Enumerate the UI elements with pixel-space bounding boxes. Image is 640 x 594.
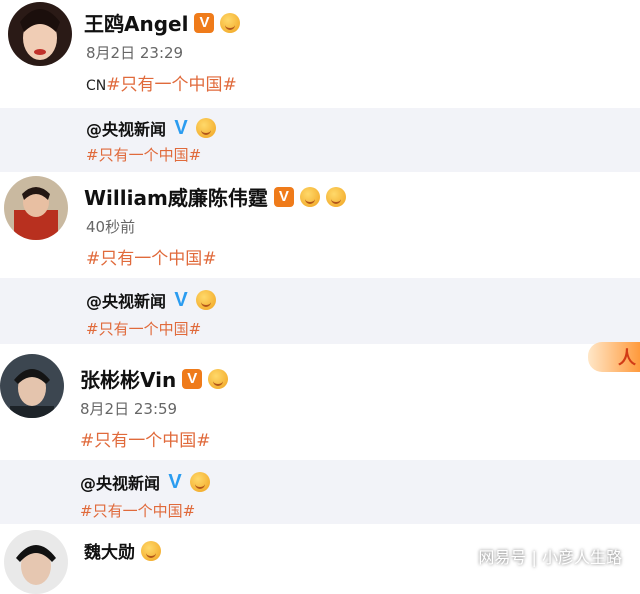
- blue-verified-icon: V: [174, 116, 188, 139]
- sticker-decoration: 人: [588, 342, 640, 372]
- verified-badge-icon: V: [273, 186, 294, 207]
- avatar[interactable]: [4, 176, 68, 240]
- quoted-hashtag[interactable]: #只有一个中国#: [86, 318, 201, 339]
- user-name[interactable]: 张彬彬Vin: [80, 364, 176, 393]
- hashtag-link[interactable]: #只有一个中国#: [106, 75, 237, 95]
- quoted-user-name[interactable]: @央视新闻: [86, 288, 166, 312]
- user-name[interactable]: 魏大勋: [84, 538, 135, 563]
- emoji-icon: [196, 290, 217, 310]
- emoji-icon: [190, 472, 211, 492]
- avatar[interactable]: [0, 354, 64, 418]
- blue-verified-icon: V: [168, 470, 182, 493]
- post-card: 王鸥Angel V 8月2日 23:29 CN#只有一个中国#: [0, 0, 640, 108]
- user-name[interactable]: 王鸥Angel: [84, 8, 188, 37]
- verified-badge-icon: V: [194, 12, 215, 33]
- blue-verified-icon: V: [174, 288, 188, 311]
- post-card: William威廉陈伟霆 V 40秒前 #只有一个中国#: [0, 172, 640, 278]
- quoted-post[interactable]: @央视新闻 V #只有一个中国#: [0, 108, 640, 172]
- quoted-post[interactable]: @央视新闻 V #只有一个中国#: [0, 278, 640, 344]
- hashtag-link[interactable]: #只有一个中国#: [80, 431, 211, 451]
- emoji-icon: [196, 118, 217, 138]
- post-prefix: CN: [86, 78, 107, 94]
- post-time: 40秒前: [86, 218, 136, 236]
- quoted-hashtag[interactable]: #只有一个中国#: [80, 500, 195, 521]
- post-card: 张彬彬Vin V 8月2日 23:59 #只有一个中国#: [0, 344, 640, 460]
- quoted-user-name[interactable]: @央视新闻: [80, 470, 160, 494]
- quoted-user-name[interactable]: @央视新闻: [86, 116, 166, 140]
- post-hashtag-row: CN#只有一个中国#: [86, 70, 237, 95]
- emoji-icon: [325, 186, 346, 207]
- emoji-icon: [299, 186, 320, 207]
- sticker-text: 人: [618, 348, 636, 369]
- emoji-icon: [220, 12, 241, 33]
- post-time: 8月2日 23:59: [80, 400, 178, 418]
- hashtag-link[interactable]: #只有一个中国#: [86, 249, 217, 269]
- emoji-icon: [208, 368, 229, 389]
- quoted-post[interactable]: @央视新闻 V #只有一个中国#: [0, 460, 640, 524]
- user-name[interactable]: William威廉陈伟霆: [84, 182, 268, 211]
- avatar[interactable]: [8, 2, 72, 66]
- post-time: 8月2日 23:29: [86, 44, 184, 62]
- verified-badge-icon: V: [182, 368, 203, 389]
- avatar[interactable]: [4, 530, 68, 594]
- watermark: 网易号 | 小彦人生路: [478, 548, 622, 567]
- quoted-hashtag[interactable]: #只有一个中国#: [86, 144, 201, 165]
- emoji-icon: [141, 540, 161, 561]
